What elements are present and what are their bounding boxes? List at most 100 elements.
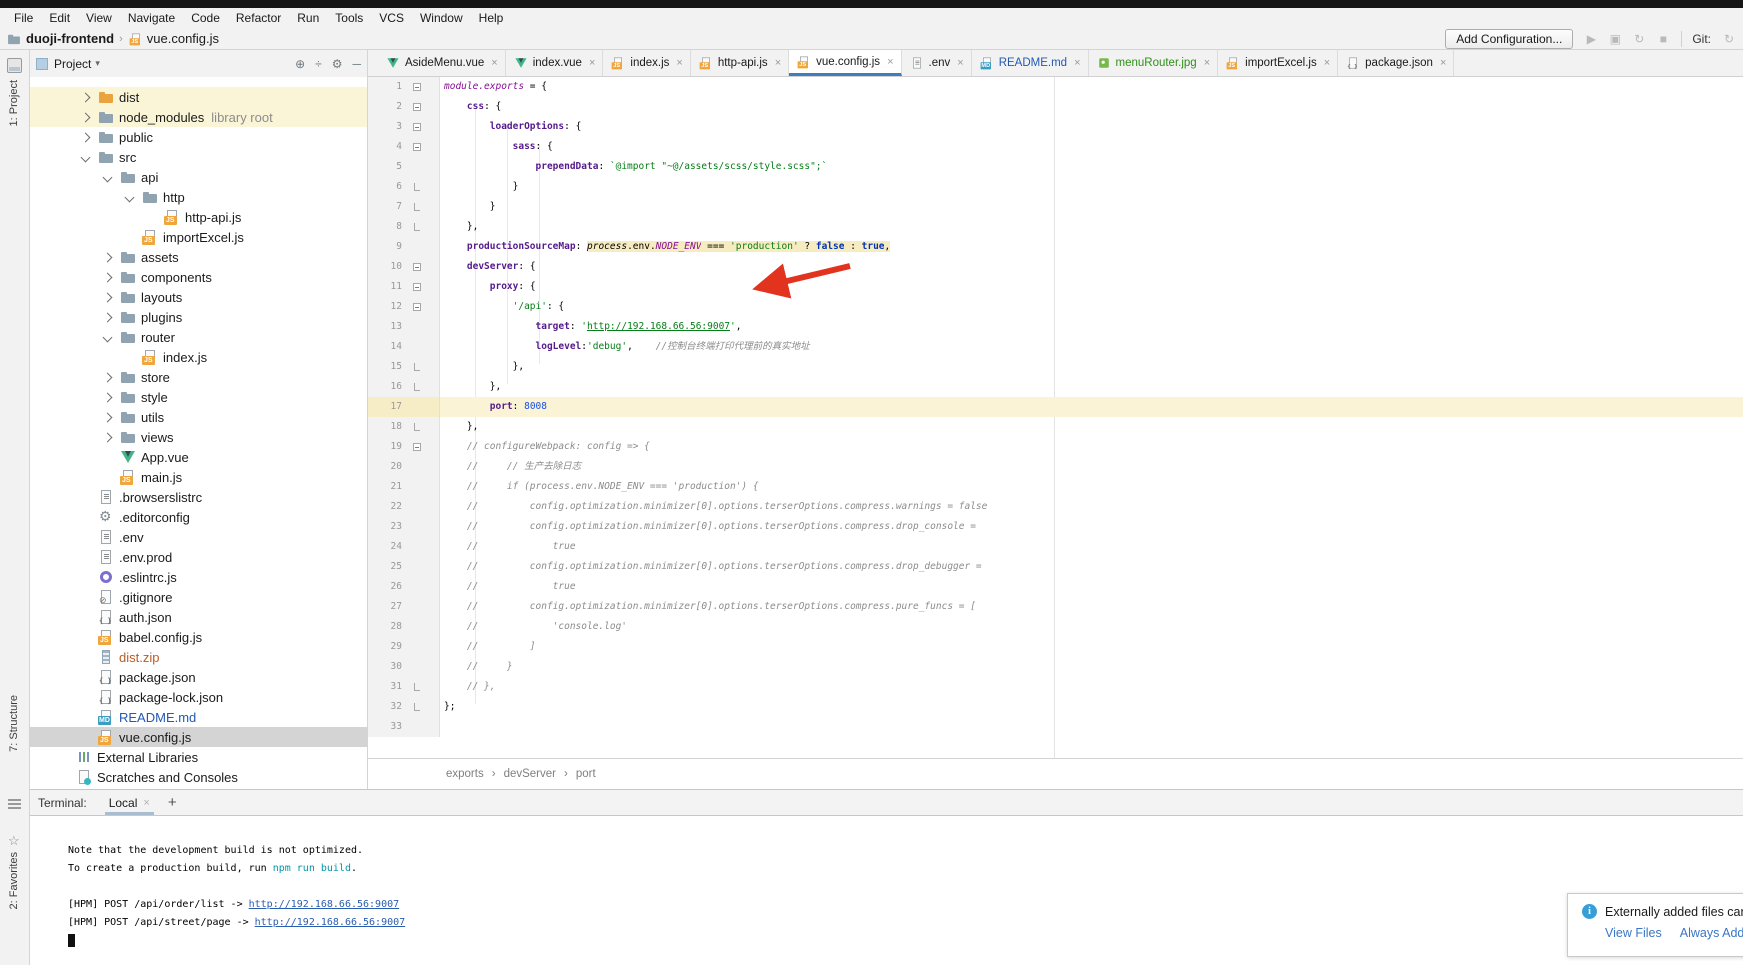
code-line-20[interactable]: 20 // // 生产去除日志: [368, 457, 1743, 477]
favorites-star-icon[interactable]: ☆: [8, 833, 20, 849]
code-line-18[interactable]: 18 },: [368, 417, 1743, 437]
editor-tab-asidemenu-vue[interactable]: AsideMenu.vue×: [378, 50, 506, 76]
code-editor[interactable]: 1module.exports = {2 css: {3 loaderOptio…: [368, 77, 1743, 758]
always-add-link[interactable]: Always Add: [1680, 926, 1743, 940]
hide-icon[interactable]: ─: [352, 57, 361, 71]
tree-item--browserslistrc[interactable]: .browserslistrc: [30, 487, 367, 507]
tree-item-public[interactable]: public: [30, 127, 367, 147]
code-line-1[interactable]: 1module.exports = {: [368, 77, 1743, 97]
tree-item-api[interactable]: api: [30, 167, 367, 187]
fold-start-icon[interactable]: [413, 443, 421, 451]
editor-tab--env[interactable]: .env×: [902, 50, 972, 76]
tree-item-node-modules[interactable]: node_moduleslibrary root: [30, 107, 367, 127]
fold-end-icon[interactable]: [414, 683, 420, 691]
chevron-down-icon[interactable]: ▾: [95, 58, 100, 69]
code-line-23[interactable]: 23 // config.optimization.minimizer[0].o…: [368, 517, 1743, 537]
project-panel-title[interactable]: Project: [54, 57, 91, 71]
code-line-6[interactable]: 6 }: [368, 177, 1743, 197]
close-icon[interactable]: ×: [1440, 57, 1446, 69]
code-line-7[interactable]: 7 }: [368, 197, 1743, 217]
tree-item-components[interactable]: components: [30, 267, 367, 287]
menu-file[interactable]: File: [6, 9, 41, 27]
close-icon[interactable]: ×: [1204, 57, 1210, 69]
close-icon[interactable]: ×: [676, 57, 682, 69]
close-icon[interactable]: ×: [491, 57, 497, 69]
tree-item-importexcel-js[interactable]: importExcel.js: [30, 227, 367, 247]
editor-tab-readme-md[interactable]: README.md×: [972, 50, 1089, 76]
chevron-collapsed-icon[interactable]: [103, 292, 113, 302]
collapse-all-icon[interactable]: ÷: [315, 57, 322, 71]
code-line-29[interactable]: 29 // ]: [368, 637, 1743, 657]
code-line-12[interactable]: 12 '/api': {: [368, 297, 1743, 317]
breadcrumb-port[interactable]: port: [576, 768, 596, 780]
tree-item-scratches-and-consoles[interactable]: Scratches and Consoles: [30, 767, 367, 787]
tree-item-vue-config-js[interactable]: vue.config.js: [30, 727, 367, 747]
close-icon[interactable]: ×: [1324, 57, 1330, 69]
tree-item--editorconfig[interactable]: .editorconfig: [30, 507, 367, 527]
editor-tab-importexcel-js[interactable]: importExcel.js×: [1218, 50, 1338, 76]
tree-item-layouts[interactable]: layouts: [30, 287, 367, 307]
fold-start-icon[interactable]: [413, 83, 421, 91]
chevron-collapsed-icon[interactable]: [81, 92, 91, 102]
tree-item-app-vue[interactable]: App.vue: [30, 447, 367, 467]
code-line-25[interactable]: 25 // config.optimization.minimizer[0].o…: [368, 557, 1743, 577]
code-line-3[interactable]: 3 loaderOptions: {: [368, 117, 1743, 137]
code-line-16[interactable]: 16 },: [368, 377, 1743, 397]
chevron-collapsed-icon[interactable]: [103, 372, 113, 382]
chevron-collapsed-icon[interactable]: [81, 112, 91, 122]
chevron-collapsed-icon[interactable]: [103, 272, 113, 282]
fold-end-icon[interactable]: [414, 183, 420, 191]
locate-icon[interactable]: ⊕: [295, 57, 305, 71]
fold-start-icon[interactable]: [413, 143, 421, 151]
chevron-expanded-icon[interactable]: [103, 172, 113, 182]
code-line-2[interactable]: 2 css: {: [368, 97, 1743, 117]
close-icon[interactable]: ×: [887, 56, 893, 68]
tree-item-views[interactable]: views: [30, 427, 367, 447]
menu-view[interactable]: View: [78, 9, 120, 27]
editor-tab-package-json[interactable]: package.json×: [1338, 50, 1454, 76]
tree-item-main-js[interactable]: main.js: [30, 467, 367, 487]
code-line-28[interactable]: 28 // 'console.log': [368, 617, 1743, 637]
code-line-14[interactable]: 14 logLevel:'debug', //控制台终端打印代理前的真实地址: [368, 337, 1743, 357]
view-files-link[interactable]: View Files: [1605, 926, 1662, 940]
code-line-8[interactable]: 8 },: [368, 217, 1743, 237]
close-icon[interactable]: ×: [775, 57, 781, 69]
tree-item-readme-md[interactable]: README.md: [30, 707, 367, 727]
code-line-24[interactable]: 24 // true: [368, 537, 1743, 557]
fold-start-icon[interactable]: [413, 283, 421, 291]
close-icon[interactable]: ×: [1074, 57, 1080, 69]
code-line-26[interactable]: 26 // true: [368, 577, 1743, 597]
code-line-5[interactable]: 5 prependData: `@import "~@/assets/scss/…: [368, 157, 1743, 177]
code-line-31[interactable]: 31 // },: [368, 677, 1743, 697]
code-line-19[interactable]: 19 // configureWebpack: config => {: [368, 437, 1743, 457]
tree-item-package-lock-json[interactable]: package-lock.json: [30, 687, 367, 707]
tree-item-babel-config-js[interactable]: babel.config.js: [30, 627, 367, 647]
terminal-link[interactable]: http://192.168.66.56:9007: [249, 899, 400, 910]
tree-item-external-libraries[interactable]: External Libraries: [30, 747, 367, 767]
menu-refactor[interactable]: Refactor: [228, 9, 289, 27]
settings-icon[interactable]: ⚙: [332, 57, 343, 71]
refresh-icon[interactable]: ↻: [1631, 32, 1647, 46]
git-update-icon[interactable]: ↻: [1721, 32, 1737, 46]
fold-start-icon[interactable]: [413, 303, 421, 311]
code-line-22[interactable]: 22 // config.optimization.minimizer[0].o…: [368, 497, 1743, 517]
breadcrumb-project[interactable]: duoji-frontend: [26, 31, 114, 46]
code-line-27[interactable]: 27 // config.optimization.minimizer[0].o…: [368, 597, 1743, 617]
chevron-collapsed-icon[interactable]: [103, 392, 113, 402]
structure-icon[interactable]: [8, 798, 21, 809]
close-icon[interactable]: ×: [957, 57, 963, 69]
tree-item-router[interactable]: router: [30, 327, 367, 347]
editor-tab-index-vue[interactable]: index.vue×: [506, 50, 604, 76]
menu-navigate[interactable]: Navigate: [120, 9, 183, 27]
stripe-structure-button[interactable]: 7: Structure: [8, 695, 20, 752]
chevron-collapsed-icon[interactable]: [103, 432, 113, 442]
tree-item-style[interactable]: style: [30, 387, 367, 407]
fold-end-icon[interactable]: [414, 223, 420, 231]
tree-item-package-json[interactable]: package.json: [30, 667, 367, 687]
debug-icon[interactable]: ▣: [1607, 32, 1623, 46]
chevron-expanded-icon[interactable]: [125, 192, 135, 202]
fold-end-icon[interactable]: [414, 703, 420, 711]
code-line-17[interactable]: 17 port: 8008: [368, 397, 1743, 417]
chevron-expanded-icon[interactable]: [103, 332, 113, 342]
code-line-15[interactable]: 15 },: [368, 357, 1743, 377]
